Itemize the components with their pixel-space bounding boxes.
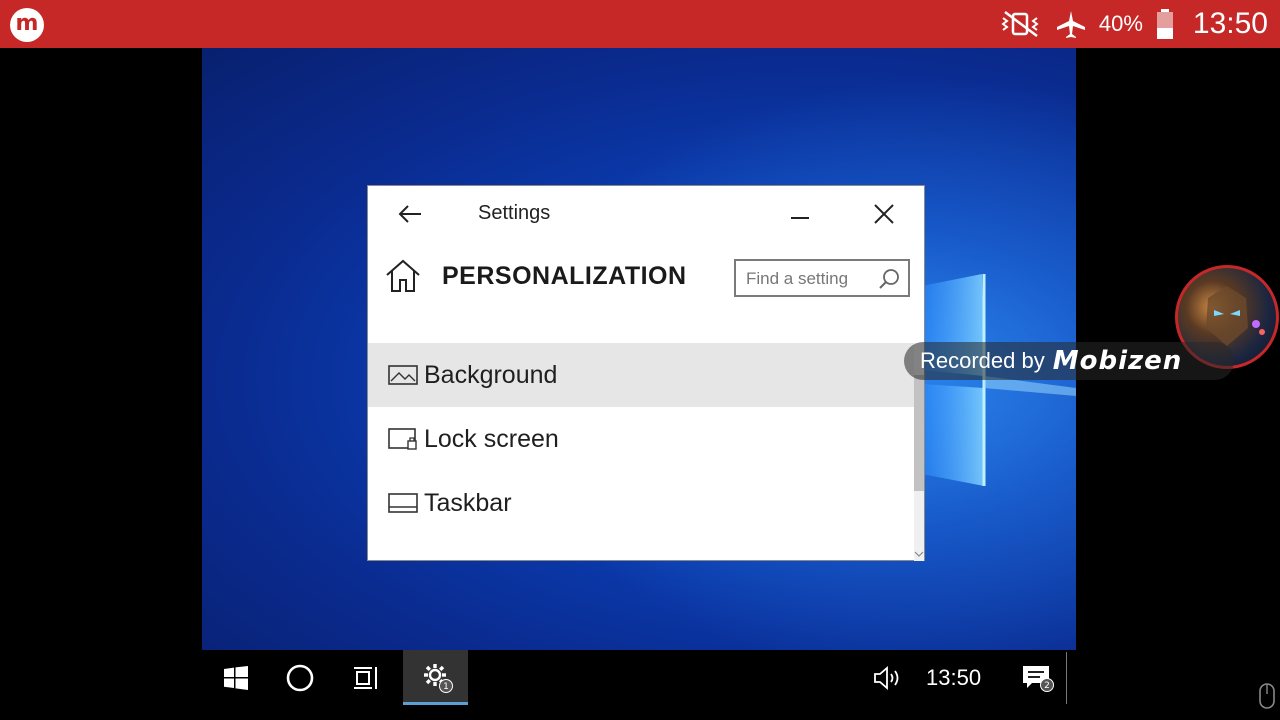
- search-input[interactable]: Find a setting: [734, 259, 910, 297]
- close-icon: [874, 204, 894, 224]
- search-placeholder: Find a setting: [746, 269, 849, 288]
- settings-badge: 1: [439, 679, 453, 693]
- back-arrow-icon: [398, 205, 421, 223]
- cortana-button[interactable]: [280, 650, 320, 705]
- window-title: Settings: [478, 202, 551, 224]
- task-view-icon: [354, 666, 377, 689]
- status-bar: m 40% 13:50: [0, 0, 1280, 48]
- start-button[interactable]: [216, 650, 256, 705]
- settings-nav-list: Background Lock screen Taskbar: [368, 343, 914, 535]
- recording-watermark: Recorded by Mobizen: [904, 342, 1234, 380]
- battery-icon: [1155, 8, 1175, 40]
- settings-window: Settings PERSONALIZATION Find a setting: [367, 185, 925, 561]
- volume-icon: [874, 665, 899, 690]
- volume-button[interactable]: [870, 650, 906, 705]
- picture-icon: [388, 363, 418, 387]
- close-button[interactable]: [864, 200, 904, 228]
- scrollbar-thumb[interactable]: [914, 375, 924, 491]
- status-bar-time: 13:50: [1192, 7, 1268, 40]
- lock-screen-icon: [388, 427, 418, 451]
- mobizen-brand: Mobizen: [1052, 346, 1183, 376]
- settings-taskbar-button[interactable]: 1: [403, 650, 468, 705]
- home-icon[interactable]: [384, 258, 422, 298]
- notification-badge: 2: [1040, 678, 1054, 692]
- vibrate-off-icon: [999, 9, 1043, 39]
- status-bar-right: 40% 13:50: [999, 0, 1268, 48]
- show-desktop-divider[interactable]: [1066, 652, 1067, 704]
- action-center-button[interactable]: 2: [1016, 650, 1056, 705]
- windows-start-icon: [224, 665, 248, 690]
- back-button[interactable]: [394, 200, 426, 228]
- task-view-button[interactable]: [346, 650, 386, 705]
- taskbar: 1 13:50 2: [202, 650, 1076, 705]
- nav-item-label: Background: [424, 360, 558, 389]
- nav-item-label: Lock screen: [424, 424, 559, 453]
- taskbar-icon: [388, 491, 418, 515]
- mobizen-logo-icon[interactable]: m: [10, 8, 44, 42]
- nav-item-background[interactable]: Background: [368, 343, 914, 407]
- page-title: PERSONALIZATION: [442, 262, 687, 290]
- airplane-icon: [1055, 9, 1087, 39]
- mouse-icon: [1259, 683, 1275, 709]
- chevron-down-icon[interactable]: [914, 549, 924, 559]
- minimize-button[interactable]: [780, 200, 820, 228]
- taskbar-clock[interactable]: 13:50: [926, 650, 981, 705]
- search-icon[interactable]: [878, 268, 900, 290]
- minimize-icon: [791, 217, 809, 219]
- recorded-by-text: Recorded by: [920, 348, 1045, 373]
- nav-item-taskbar[interactable]: Taskbar: [368, 471, 914, 535]
- nav-item-lock-screen[interactable]: Lock screen: [368, 407, 914, 471]
- cortana-circle-icon: [286, 664, 314, 691]
- battery-percent: 40%: [1098, 11, 1143, 36]
- nav-item-label: Taskbar: [424, 488, 512, 517]
